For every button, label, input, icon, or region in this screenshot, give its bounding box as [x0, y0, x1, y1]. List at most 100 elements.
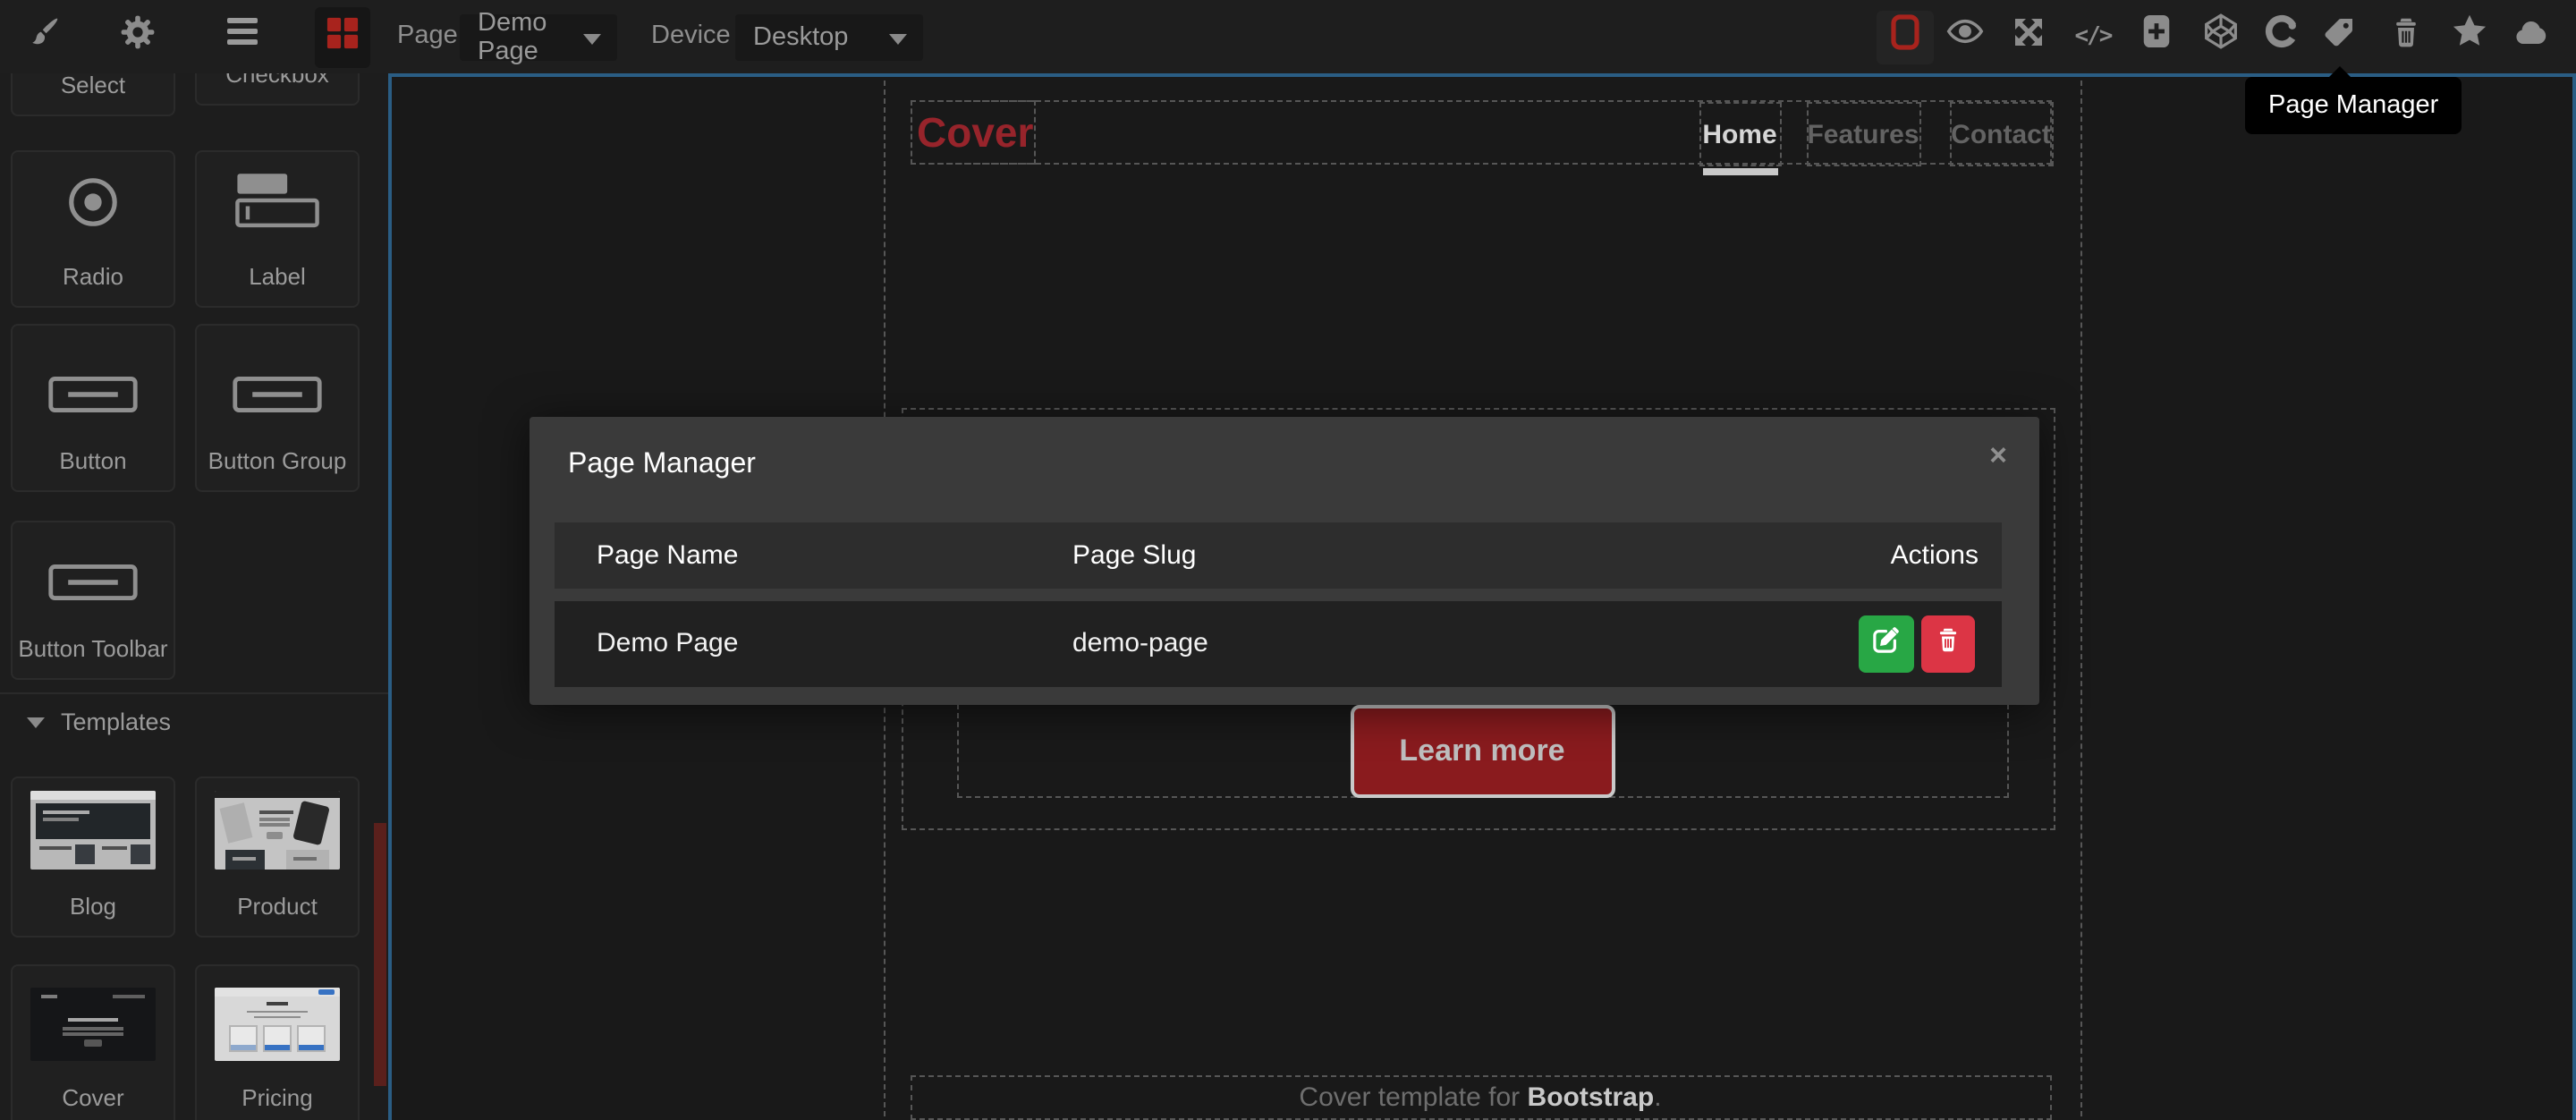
- codepen-icon: [2201, 13, 2239, 59]
- page-manager-modal: Page Manager × Page Name Page Slug Actio…: [529, 417, 2039, 705]
- page-label: Page: [397, 0, 458, 73]
- brand-title: Cover: [911, 100, 1033, 165]
- column-header-page-name: Page Name: [597, 522, 738, 589]
- tag-icon: [2322, 13, 2358, 58]
- label-icon: [231, 172, 324, 238]
- templates-section-header[interactable]: Templates: [27, 708, 171, 735]
- c-gauge-icon: [2262, 13, 2300, 59]
- trash-icon: [1935, 626, 1960, 662]
- edit-page-button[interactable]: [1858, 615, 1913, 673]
- block-label-block[interactable]: Label: [195, 150, 360, 308]
- blog-thumbnail: [30, 791, 156, 870]
- page-select-value: Demo Page: [478, 8, 574, 65]
- layers-menu-button[interactable]: [222, 16, 261, 55]
- favorites-button[interactable]: [2449, 16, 2488, 55]
- modal-close-button[interactable]: ×: [1989, 438, 2007, 474]
- button-group-icon: [233, 376, 322, 422]
- import-plus-icon: [2139, 13, 2173, 59]
- block-button[interactable]: Button: [11, 324, 175, 492]
- block-button-toolbar[interactable]: Button Toolbar: [11, 521, 175, 680]
- device-label: Device: [651, 0, 731, 73]
- delete-page-button[interactable]: [1920, 615, 1974, 673]
- block-label: Button Group: [208, 447, 347, 474]
- template-blog[interactable]: Blog: [11, 776, 175, 938]
- template-product[interactable]: Product: [195, 776, 360, 938]
- page-manager-button[interactable]: [2320, 16, 2360, 55]
- import-button[interactable]: [2136, 16, 2175, 55]
- cover-thumbnail: [30, 988, 156, 1061]
- modal-title: Page Manager: [568, 449, 756, 481]
- block-label: Button Toolbar: [18, 635, 167, 662]
- template-label: Pricing: [242, 1084, 313, 1111]
- footer-component[interactable]: Cover template for Bootstrap.: [910, 1075, 2051, 1120]
- page-slug-cell: demo-page: [1072, 601, 1208, 687]
- blocks-grid-icon: [326, 15, 360, 58]
- preview-button[interactable]: [1945, 16, 1984, 55]
- block-label: Select: [61, 73, 125, 98]
- active-nav-underline: [1702, 168, 1777, 174]
- learn-more-label: Learn more: [1399, 734, 1564, 769]
- c-logo-button[interactable]: [2261, 16, 2301, 55]
- paint-brush-icon: [25, 13, 61, 58]
- block-button-group[interactable]: Button Group: [195, 324, 360, 492]
- hamburger-menu-icon: [225, 16, 258, 55]
- table-header-row: Page Name Page Slug Actions: [554, 522, 2002, 589]
- page-name-cell: Demo Page: [597, 601, 738, 687]
- nav-label: Home: [1702, 119, 1776, 149]
- sidebar-scrollbar[interactable]: [373, 823, 386, 1086]
- nav-label: Contact: [1951, 119, 2051, 149]
- template-pricing[interactable]: Pricing: [195, 964, 360, 1120]
- nav-label: Features: [1807, 119, 1919, 149]
- block-select[interactable]: Select: [11, 73, 175, 116]
- style-manager-button[interactable]: [23, 16, 63, 55]
- template-cover[interactable]: Cover: [11, 964, 175, 1120]
- block-label: Button: [59, 447, 126, 474]
- footer-text: Cover template for Bootstrap.: [1299, 1082, 1661, 1113]
- chevron-down-icon: [889, 33, 907, 44]
- cloud-icon: [2512, 13, 2551, 58]
- block-label: Label: [249, 263, 306, 290]
- pricing-thumbnail: [215, 988, 340, 1061]
- chevron-down-icon: [27, 717, 45, 727]
- product-thumbnail: [215, 791, 340, 870]
- template-label: Cover: [62, 1084, 123, 1111]
- nav-link-contact[interactable]: Contact: [1949, 102, 2053, 166]
- template-label: Blog: [70, 893, 116, 920]
- settings-button[interactable]: [118, 16, 157, 55]
- block-label: Radio: [63, 263, 123, 290]
- learn-more-button[interactable]: Learn more: [1350, 705, 1614, 798]
- page-manager-tooltip: Page Manager: [2245, 76, 2462, 133]
- chevron-down-icon: [583, 33, 601, 44]
- page-select[interactable]: Demo Page: [460, 13, 617, 60]
- table-row: Demo Page demo-page: [554, 601, 2002, 687]
- nav-link-features[interactable]: Features: [1806, 102, 1920, 166]
- nav-link-home[interactable]: Home: [1699, 102, 1781, 166]
- codepen-export-button[interactable]: [2200, 16, 2240, 55]
- container-right-guide: [2080, 81, 2081, 1116]
- preview-eye-icon: [1945, 13, 1983, 59]
- code-icon: </>: [2075, 22, 2112, 49]
- open-blocks-button[interactable]: [315, 6, 370, 67]
- star-icon: [2450, 13, 2487, 59]
- device-select-value: Desktop: [753, 22, 848, 51]
- bootstrap-link[interactable]: Bootstrap: [1528, 1082, 1655, 1113]
- fullscreen-button[interactable]: [2009, 16, 2048, 55]
- blocks-sidebar: Select Checkbox Radio Label Button: [0, 73, 387, 1120]
- templates-header-label: Templates: [61, 708, 171, 735]
- app-window: Select Checkbox Radio Label Button: [0, 0, 2576, 1120]
- clear-canvas-button[interactable]: [2386, 16, 2426, 55]
- borders-visibility-icon: [1887, 14, 1923, 59]
- fullscreen-arrows-icon: [2011, 13, 2046, 58]
- cloud-save-button[interactable]: [2512, 16, 2551, 55]
- button-toolbar-icon: [48, 564, 138, 610]
- block-radio[interactable]: Radio: [11, 150, 175, 308]
- device-select[interactable]: Desktop: [735, 13, 923, 60]
- export-code-button[interactable]: </>: [2073, 16, 2113, 55]
- block-label: Checkbox: [225, 73, 329, 88]
- block-checkbox[interactable]: Checkbox: [195, 73, 360, 106]
- tooltip-text: Page Manager: [2268, 90, 2438, 119]
- sidebar-divider: [0, 692, 387, 694]
- brand-component[interactable]: Cover: [910, 100, 1035, 165]
- toggle-borders-button[interactable]: [1877, 10, 1934, 64]
- top-toolbar: Page Demo Page Device Desktop </>: [0, 0, 2576, 73]
